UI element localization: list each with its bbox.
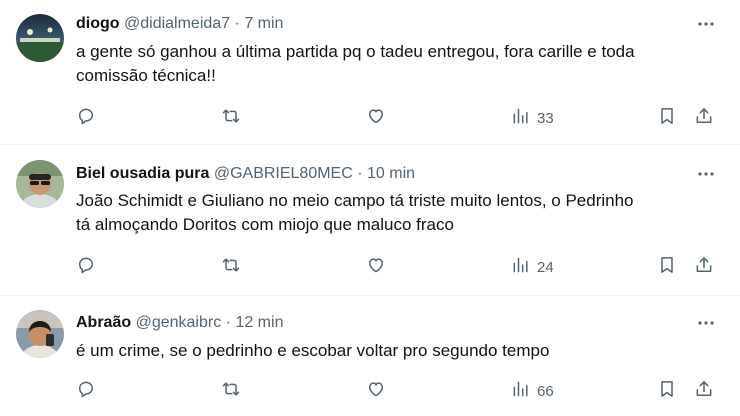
bookmark-icon	[657, 106, 677, 131]
views-count: 24	[537, 258, 554, 276]
reply-icon	[76, 106, 96, 131]
tweet-text-line: João Schimidt e Giuliano no meio campo t…	[76, 191, 634, 210]
more-icon[interactable]	[694, 313, 718, 333]
views-button[interactable]: 24	[511, 255, 554, 279]
tweet-text: é um crime, se o pedrinho e escobar volt…	[76, 339, 726, 363]
tweet-actions: 24	[0, 255, 740, 279]
share-button[interactable]	[694, 255, 714, 279]
views-icon	[511, 379, 531, 404]
like-icon	[366, 255, 386, 280]
bookmark-icon	[657, 379, 677, 404]
like-button[interactable]	[366, 255, 386, 279]
tweet[interactable]: diogo @didialmeida7 · 7 min a gente só g…	[0, 0, 740, 150]
reply-button[interactable]	[76, 379, 96, 403]
share-button[interactable]	[694, 379, 714, 403]
timestamp[interactable]: 10 min	[367, 165, 415, 182]
author-handle[interactable]: @GABRIEL80MEC	[214, 165, 353, 182]
tweet-text-line: tá almoçando Doritos com miojo que maluc…	[76, 215, 454, 234]
like-icon	[366, 106, 386, 131]
like-button[interactable]	[366, 106, 386, 130]
retweet-button[interactable]	[221, 255, 241, 279]
timestamp[interactable]: 7 min	[244, 15, 283, 32]
share-icon	[694, 106, 714, 131]
retweet-icon	[221, 379, 241, 404]
tweet-actions: 66	[0, 379, 740, 403]
share-button[interactable]	[694, 106, 714, 130]
avatar[interactable]	[16, 14, 64, 62]
tweet-text-line: a gente só ganhou a última partida pq o …	[76, 42, 635, 61]
more-icon[interactable]	[694, 164, 718, 184]
author-name[interactable]: Biel ousadia pura	[76, 165, 209, 182]
views-count: 33	[537, 109, 554, 127]
tweet-text: João Schimidt e Giuliano no meio campo t…	[76, 189, 726, 237]
avatar[interactable]	[16, 160, 64, 208]
tweet[interactable]: Biel ousadia pura @GABRIEL80MEC · 10 min…	[0, 145, 740, 295]
views-button[interactable]: 66	[511, 379, 554, 403]
bookmark-button[interactable]	[657, 255, 677, 279]
bookmark-button[interactable]	[657, 379, 677, 403]
separator-dot: ·	[225, 314, 231, 331]
views-icon	[511, 255, 531, 280]
views-count: 66	[537, 382, 554, 400]
author-handle[interactable]: @didialmeida7	[124, 15, 230, 32]
more-icon[interactable]	[694, 14, 718, 34]
share-icon	[694, 379, 714, 404]
separator-dot: ·	[234, 15, 240, 32]
retweet-icon	[221, 255, 241, 280]
reply-icon	[76, 255, 96, 280]
avatar[interactable]	[16, 310, 64, 358]
author-name[interactable]: Abraão	[76, 314, 131, 331]
retweet-icon	[221, 106, 241, 131]
retweet-button[interactable]	[221, 379, 241, 403]
separator-dot: ·	[357, 165, 363, 182]
tweet[interactable]: Abraão @genkaibrc · 12 min é um crime, s…	[0, 296, 740, 416]
author-handle[interactable]: @genkaibrc	[136, 314, 222, 331]
timestamp[interactable]: 12 min	[235, 314, 283, 331]
tweet-text: a gente só ganhou a última partida pq o …	[76, 40, 726, 88]
share-icon	[694, 255, 714, 280]
reply-button[interactable]	[76, 255, 96, 279]
tweet-text-line: é um crime, se o pedrinho e escobar volt…	[76, 341, 550, 360]
bookmark-icon	[657, 255, 677, 280]
reply-button[interactable]	[76, 106, 96, 130]
tweet-actions: 33	[0, 106, 740, 130]
views-icon	[511, 106, 531, 131]
author-name[interactable]: diogo	[76, 15, 120, 32]
views-button[interactable]: 33	[511, 106, 554, 130]
timeline-feed: diogo @didialmeida7 · 7 min a gente só g…	[0, 0, 740, 416]
like-button[interactable]	[366, 379, 386, 403]
bookmark-button[interactable]	[657, 106, 677, 130]
tweet-text-line: comissão técnica!!	[76, 66, 216, 85]
retweet-button[interactable]	[221, 106, 241, 130]
like-icon	[366, 379, 386, 404]
reply-icon	[76, 379, 96, 404]
